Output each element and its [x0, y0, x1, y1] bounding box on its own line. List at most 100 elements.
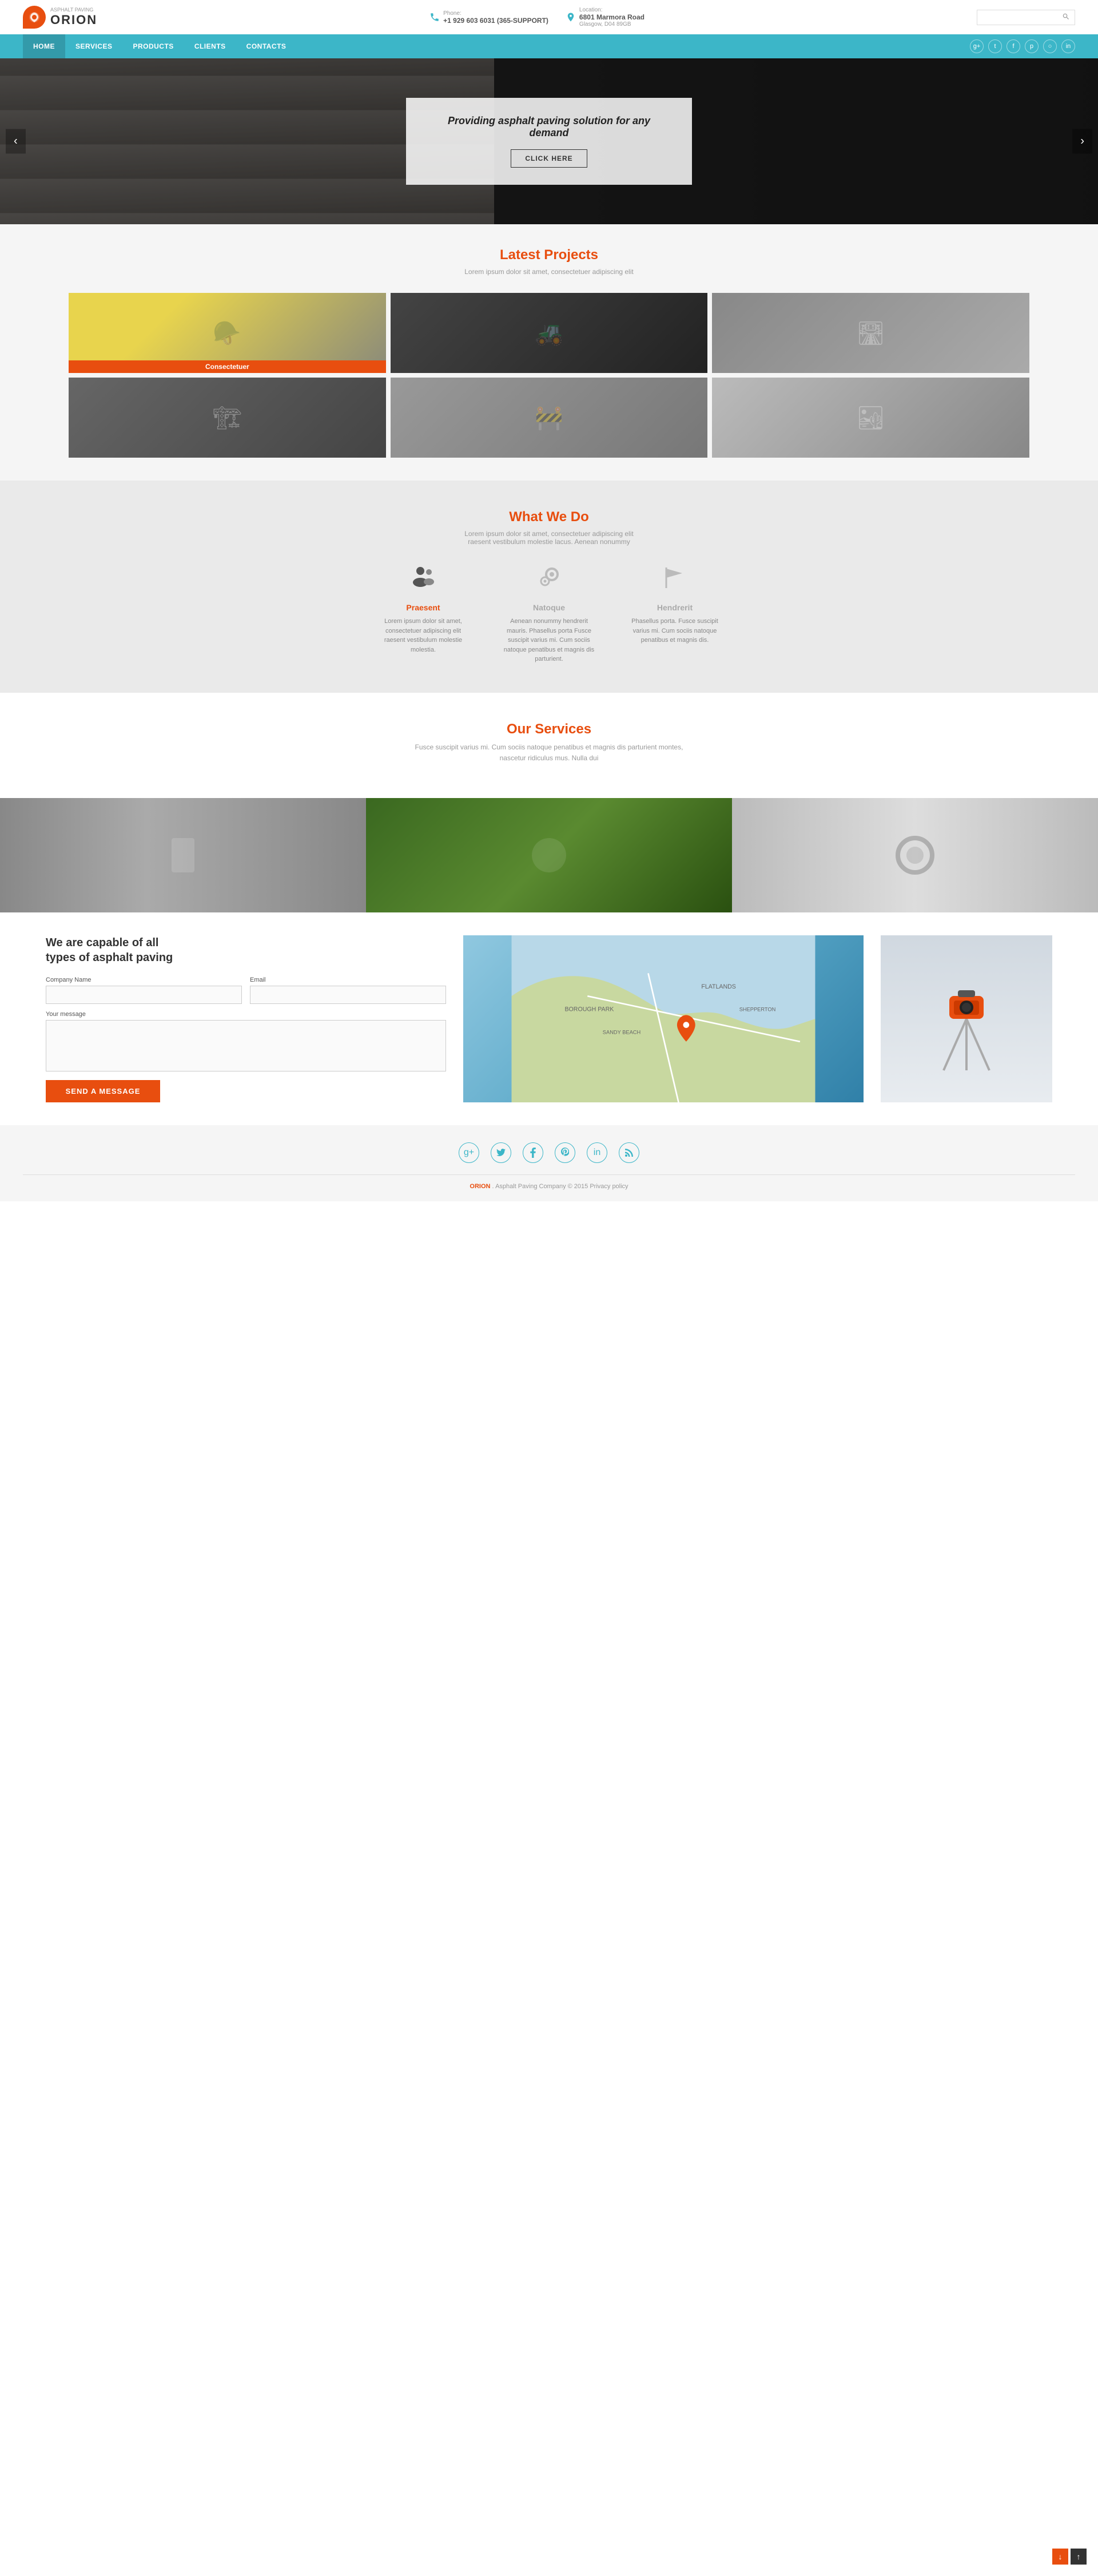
contact-form-area: We are capable of all types of asphalt p… — [46, 935, 446, 1102]
email-group: Email — [250, 977, 446, 1004]
project-item[interactable]: 🚜 — [391, 293, 708, 373]
hero-cta-button[interactable]: CLICK HERE — [511, 149, 587, 168]
phone-icon — [429, 12, 440, 22]
social-pinterest[interactable] — [555, 1142, 575, 1163]
nav-services[interactable]: SERVICES — [65, 34, 122, 58]
nav-social-instagram[interactable]: ○ — [1043, 39, 1057, 53]
service-desc: Lorem ipsum dolor sit amet, consectetuer… — [377, 617, 469, 654]
nav-social-twitter[interactable]: t — [988, 39, 1002, 53]
phone-text: Phone: +1 929 603 6031 (365-SUPPORT) — [443, 10, 548, 25]
search-box[interactable] — [977, 10, 1075, 25]
project-label: Consectetuer — [69, 360, 386, 373]
message-group: Your message — [46, 1011, 446, 1074]
what-we-do-section: What We Do Lorem ipsum dolor sit amet, c… — [0, 481, 1098, 693]
hero-tagline: Providing asphalt paving solution for an… — [435, 115, 663, 139]
users-icon — [377, 563, 469, 597]
form-row-top: Company Name Email — [46, 977, 446, 1004]
social-icons: g+ in — [0, 1142, 1098, 1163]
location-info: Location: 6801 Marmora Road Glasgow, D04… — [566, 7, 645, 27]
footer: g+ in ORION . Asphalt Paving Company © 2… — [0, 1125, 1098, 1201]
footer-divider — [23, 1174, 1075, 1175]
project-item[interactable]: 🏗 — [69, 378, 386, 458]
nav-home[interactable]: HOME — [23, 34, 65, 58]
back-to-top: ↓ ↑ — [1052, 2549, 1087, 2565]
service-desc: Phasellus porta. Fusce suscipit varius m… — [629, 617, 721, 645]
footer-copyright: ORION . Asphalt Paving Company © 2015 Pr… — [0, 1183, 1098, 1190]
flag-icon — [629, 563, 721, 597]
logo[interactable]: Asphalt paving ORION — [23, 6, 97, 29]
strip-roller — [732, 798, 1098, 912]
our-services-subtitle: Fusce suscipit varius mi. Cum sociis nat… — [406, 742, 692, 764]
social-rss[interactable] — [619, 1142, 639, 1163]
service-natoque: Natoque Aenean nonummy hendrerit mauris.… — [503, 563, 595, 664]
phone-info: Phone: +1 929 603 6031 (365-SUPPORT) — [429, 10, 548, 25]
latest-projects-subtitle: Lorem ipsum dolor sit amet, consectetuer… — [69, 268, 1029, 276]
social-twitter[interactable] — [491, 1142, 511, 1163]
projects-grid: 🪖 Consectetuer 🚜 🛣 🏗 🚧 🏜 — [69, 293, 1029, 458]
scroll-down-button[interactable]: ↓ — [1052, 2549, 1068, 2565]
project-item[interactable]: 🛣 — [712, 293, 1029, 373]
project-item[interactable]: 🏜 — [712, 378, 1029, 458]
contact-section: We are capable of all types of asphalt p… — [0, 912, 1098, 1125]
header-contact: Phone: +1 929 603 6031 (365-SUPPORT) Loc… — [429, 7, 645, 27]
hero-section: ‹ Providing asphalt paving solution for … — [0, 58, 1098, 224]
social-facebook[interactable] — [523, 1142, 543, 1163]
message-textarea[interactable] — [46, 1020, 446, 1071]
our-services-section: Our Services Fusce suscipit varius mi. C… — [0, 693, 1098, 781]
nav-social-linkedin[interactable]: in — [1061, 39, 1075, 53]
social-linkedin[interactable]: in — [587, 1142, 607, 1163]
message-label: Your message — [46, 1011, 446, 1018]
latest-projects-title: Latest Projects — [69, 247, 1029, 263]
company-name-group: Company Name — [46, 977, 242, 1004]
svg-text:SANDY BEACH: SANDY BEACH — [603, 1029, 640, 1035]
hero-prev-button[interactable]: ‹ — [6, 129, 26, 154]
contact-bg-image — [881, 935, 1052, 1102]
our-services-title: Our Services — [69, 721, 1029, 737]
site-header: Asphalt paving ORION Phone: +1 929 603 6… — [0, 0, 1098, 34]
project-item[interactable]: 🚧 — [391, 378, 708, 458]
email-label: Email — [250, 977, 446, 983]
hero-content: Providing asphalt paving solution for an… — [406, 98, 692, 185]
service-desc: Aenean nonummy hendrerit mauris. Phasell… — [503, 617, 595, 664]
social-gplus[interactable]: g+ — [459, 1142, 479, 1163]
logo-text: Asphalt paving ORION — [50, 7, 97, 27]
logo-icon — [23, 6, 46, 29]
what-we-do-icons: Praesent Lorem ipsum dolor sit amet, con… — [69, 563, 1029, 664]
strip-construction — [366, 798, 732, 912]
nav-social-gplus[interactable]: g+ — [970, 39, 984, 53]
email-input[interactable] — [250, 986, 446, 1004]
location-text: Location: 6801 Marmora Road Glasgow, D04… — [579, 7, 645, 27]
navbar: HOME SERVICES PRODUCTS CLIENTS CONTACTS … — [0, 34, 1098, 58]
service-name: Natoque — [503, 603, 595, 612]
service-name: Praesent — [377, 603, 469, 612]
svg-text:SHEPPERTON: SHEPPERTON — [739, 1007, 776, 1013]
contact-heading: We are capable of all types of asphalt p… — [46, 935, 446, 965]
location-icon — [566, 12, 576, 22]
nav-clients[interactable]: CLIENTS — [184, 34, 236, 58]
company-name-input[interactable] — [46, 986, 242, 1004]
service-praesent: Praesent Lorem ipsum dolor sit amet, con… — [377, 563, 469, 664]
what-we-do-subtitle: Lorem ipsum dolor sit amet, consectetuer… — [69, 530, 1029, 546]
gears-icon — [503, 563, 595, 597]
scroll-up-button[interactable]: ↑ — [1071, 2549, 1087, 2565]
brand-name: ORION — [50, 13, 97, 27]
nav-links: HOME SERVICES PRODUCTS CLIENTS CONTACTS — [23, 34, 296, 58]
nav-products[interactable]: PRODUCTS — [122, 34, 184, 58]
search-input[interactable] — [982, 13, 1062, 21]
nav-contacts[interactable]: CONTACTS — [236, 34, 297, 58]
map-placeholder: FLATLANDS SHEPPERTON SANDY BEACH BOROUGH… — [463, 935, 864, 1102]
svg-text:BOROUGH PARK: BOROUGH PARK — [564, 1006, 614, 1013]
hero-next-button[interactable]: › — [1072, 129, 1092, 154]
company-name-label: Company Name — [46, 977, 242, 983]
strip-road — [0, 798, 366, 912]
nav-social-facebook[interactable]: f — [1006, 39, 1020, 53]
project-item[interactable]: 🪖 Consectetuer — [69, 293, 386, 373]
service-name: Hendrerit — [629, 603, 721, 612]
latest-projects-section: Latest Projects Lorem ipsum dolor sit am… — [0, 224, 1098, 481]
nav-social-pinterest[interactable]: p — [1025, 39, 1039, 53]
contact-map: FLATLANDS SHEPPERTON SANDY BEACH BOROUGH… — [463, 935, 864, 1102]
service-hendrerit: Hendrerit Phasellus porta. Fusce suscipi… — [629, 563, 721, 664]
nav-social: g+ t f p ○ in — [970, 39, 1075, 53]
send-button[interactable]: SEND A MESSAGE — [46, 1080, 160, 1102]
search-button[interactable] — [1062, 13, 1070, 22]
